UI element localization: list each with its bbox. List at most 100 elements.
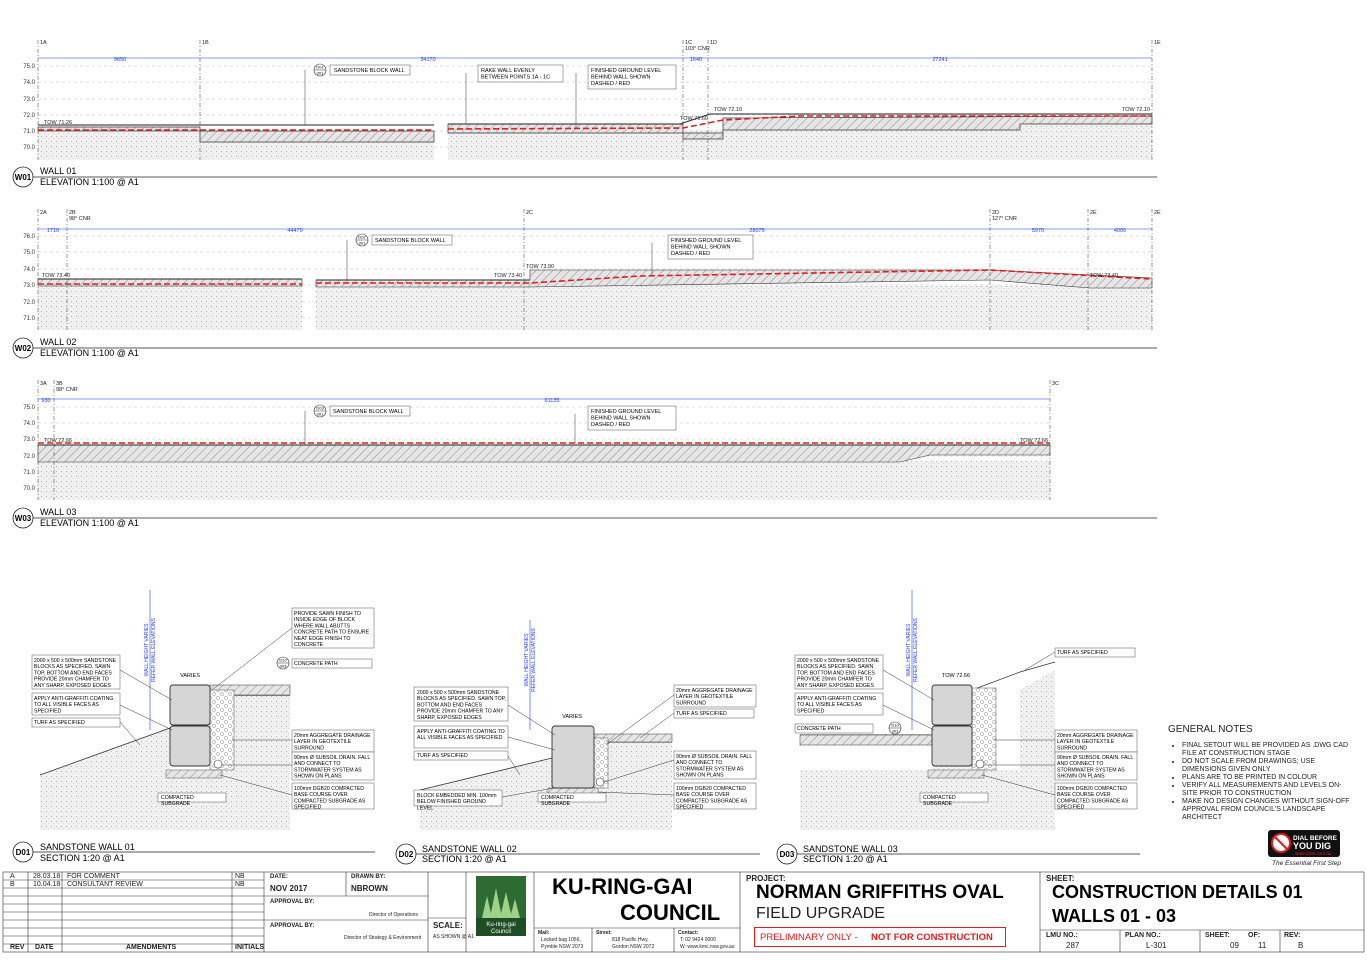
section-title: SANDSTONE WALL 01 <box>40 842 135 852</box>
approval-role: Director of Strategy & Environment <box>344 935 422 941</box>
lmu-value: 287 <box>1066 941 1080 950</box>
general-notes-title: GENERAL NOTES <box>1168 724 1253 735</box>
dimension-value: 4000 <box>1114 228 1126 234</box>
annotation-note: SANDSTONE BLOCK WALL <box>333 409 404 415</box>
logo-text: Council <box>491 929 511 935</box>
section-tag: D03 <box>780 850 795 859</box>
tow-label: TOW 72.10 <box>714 107 742 113</box>
wall-02-elevation: 76.0 75.0 74.0 73.0 72.0 71.0 2A 2B 2C 2… <box>12 209 1161 359</box>
annotation-note: 2000 x 500 x 500mm SANDSTONE BLOCKS AS SP… <box>34 658 117 689</box>
grid-note: 103° CNR <box>685 46 710 52</box>
grid-label: 1A <box>40 40 47 46</box>
project-title: NORMAN GRIFFITHS OVAL <box>756 882 1004 903</box>
plan-label: PLAN NO.: <box>1125 932 1161 939</box>
detail-callout: D03 301 <box>313 404 327 418</box>
street-line: 818 Pacific Hwy, <box>612 937 649 943</box>
callout-ref-top: D02 <box>358 235 366 240</box>
contact-line: T: 02 9424 0000 <box>680 937 716 943</box>
annotation-note: COMPACTED SUBGRADE <box>161 795 194 807</box>
vertical-label: REFER WALL ELEVATIONS <box>151 618 157 682</box>
tow-label: TOW 73.40 <box>494 273 522 279</box>
preliminary-banner: PRELIMINARY ONLY - NOT FOR CONSTRUCTION <box>754 927 1006 947</box>
section-d01: WALL HEIGHT VARIES REFER WALL ELEVATIONS… <box>12 590 375 863</box>
logo-text: Ku-ring-gai <box>486 922 515 928</box>
rev-header: REV <box>10 944 25 951</box>
level-label: 73.0 <box>23 97 35 103</box>
tow-label: TOW 72.66 <box>44 438 72 444</box>
wall-title: WALL 03 <box>40 507 76 517</box>
scale-label: SCALE: <box>433 921 463 930</box>
section-title: SANDSTONE WALL 03 <box>803 844 898 854</box>
callout-ref-bottom: 303 <box>892 729 899 734</box>
tow-label: TOW 73.40 <box>42 273 70 279</box>
dimension-value: 1710 <box>47 228 59 234</box>
annotation-note: APPLY ANTI-GRAFFITI COATING TO ALL VISIBL… <box>417 729 505 741</box>
tow-label: TOW 73.40 <box>1090 273 1118 279</box>
drawing-sheet: 75.0 74.0 73.0 72.0 71.0 70.0 1A 1B 1C 1… <box>2 40 1365 953</box>
section-d03: WALL HEIGHT VARIES REFER WALL ELEVATIONS… <box>776 590 1140 865</box>
revision-initials: NB <box>235 873 245 880</box>
level-label: 75.0 <box>23 405 35 411</box>
level-label: 71.0 <box>23 129 35 135</box>
callout-ref-bottom: 301 <box>317 71 324 76</box>
wall-subtitle: ELEVATION 1:100 @ A1 <box>40 348 139 358</box>
annotation-note: TURF AS SPECIFIED <box>1057 650 1108 656</box>
level-label: 74.0 <box>23 421 35 427</box>
callout-ref-top: D01 <box>316 65 324 70</box>
detail-callout: D02 301 <box>355 233 369 247</box>
plan-value: L-301 <box>1146 941 1167 950</box>
approval-label: APPROVAL BY: <box>270 899 315 905</box>
street-label: Street: <box>596 930 612 936</box>
vertical-label: WALL HEIGHT VARIES <box>144 623 150 676</box>
dimension-value: 34170 <box>420 57 435 63</box>
general-note-item: FINAL SETOUT WILL BE PROVIDED AS .DWG CA… <box>1182 742 1357 758</box>
wall-title: WALL 02 <box>40 337 76 347</box>
sheet-no-label: SHEET: <box>1205 932 1230 939</box>
annotation-note: CONCRETE PATH <box>294 661 338 667</box>
level-label: 73.0 <box>23 437 35 443</box>
contact-label: Contact: <box>678 930 699 936</box>
dimension-value: 930 <box>41 398 50 404</box>
level-label: 72.0 <box>23 113 35 119</box>
tow-label: TOW 73.90 <box>526 264 554 270</box>
grid-label: 1E <box>1154 40 1161 46</box>
revision-rev: B <box>10 881 15 888</box>
dimension-value: 61135 <box>545 398 560 404</box>
wall-tag: W02 <box>15 344 32 353</box>
detail-callout: D01 301 <box>313 63 327 77</box>
section-subtitle: SECTION 1:20 @ A1 <box>803 854 888 864</box>
revision-rev: A <box>10 873 15 880</box>
level-label: 70.0 <box>23 486 35 492</box>
annotation-note: TURF AS SPECIFIED <box>417 753 468 759</box>
tow-label: TOW 72.66 <box>942 673 970 679</box>
not-for-construction-text: NOT FOR CONSTRUCTION <box>871 932 993 943</box>
wall-tag: W01 <box>15 173 32 182</box>
sheet-no-value: 09 <box>1230 941 1239 950</box>
tow-label: TOW 71.26 <box>44 120 72 126</box>
date-value: NOV 2017 <box>270 884 308 893</box>
tow-label: TOW 72.10 <box>1122 107 1150 113</box>
annotation-note: SANDSTONE BLOCK WALL <box>375 238 446 244</box>
wall-blocks <box>37 444 1051 463</box>
dimension-value: 44470 <box>287 228 302 234</box>
callout-ref-bottom: 303 <box>280 664 287 669</box>
revision-initials: NB <box>235 881 245 888</box>
wall-title: WALL 01 <box>40 166 76 176</box>
sheet-title-line-1: CONSTRUCTION DETAILS 01 <box>1052 882 1303 902</box>
vertical-label: REFER WALL ELEVATIONS <box>913 618 919 682</box>
callout-ref-bottom: 301 <box>317 412 324 417</box>
contact-line: W: www.kmc.nsw.gov.au <box>680 944 735 950</box>
callout-ref-top: D03 <box>316 406 324 411</box>
section-d02: WALL HEIGHT VARIES REFER WALL ELEVATIONS… <box>395 620 760 865</box>
wall-01-elevation: 75.0 74.0 73.0 72.0 71.0 70.0 1A 1B 1C 1… <box>12 40 1161 188</box>
dial-before-you-dig-logo: DIAL BEFORE YOU DIG www.1100.com.au The … <box>1268 830 1341 867</box>
scale-value: AS SHOWN @ A1 <box>433 934 474 940</box>
wall-subtitle: ELEVATION 1:100 @ A1 <box>40 177 139 187</box>
level-label: 76.0 <box>23 234 35 240</box>
grid-label: 3C <box>1052 381 1059 387</box>
vertical-label: WALL HEIGHT VARIES <box>524 633 530 686</box>
approval-label: APPROVAL BY: <box>270 923 315 929</box>
section-subtitle: SECTION 1:20 @ A1 <box>422 854 507 864</box>
annotation-note: 2000 x 500 x 500mm SANDSTONE BLOCKS AS SP… <box>797 658 880 689</box>
level-label: 73.0 <box>23 283 35 289</box>
